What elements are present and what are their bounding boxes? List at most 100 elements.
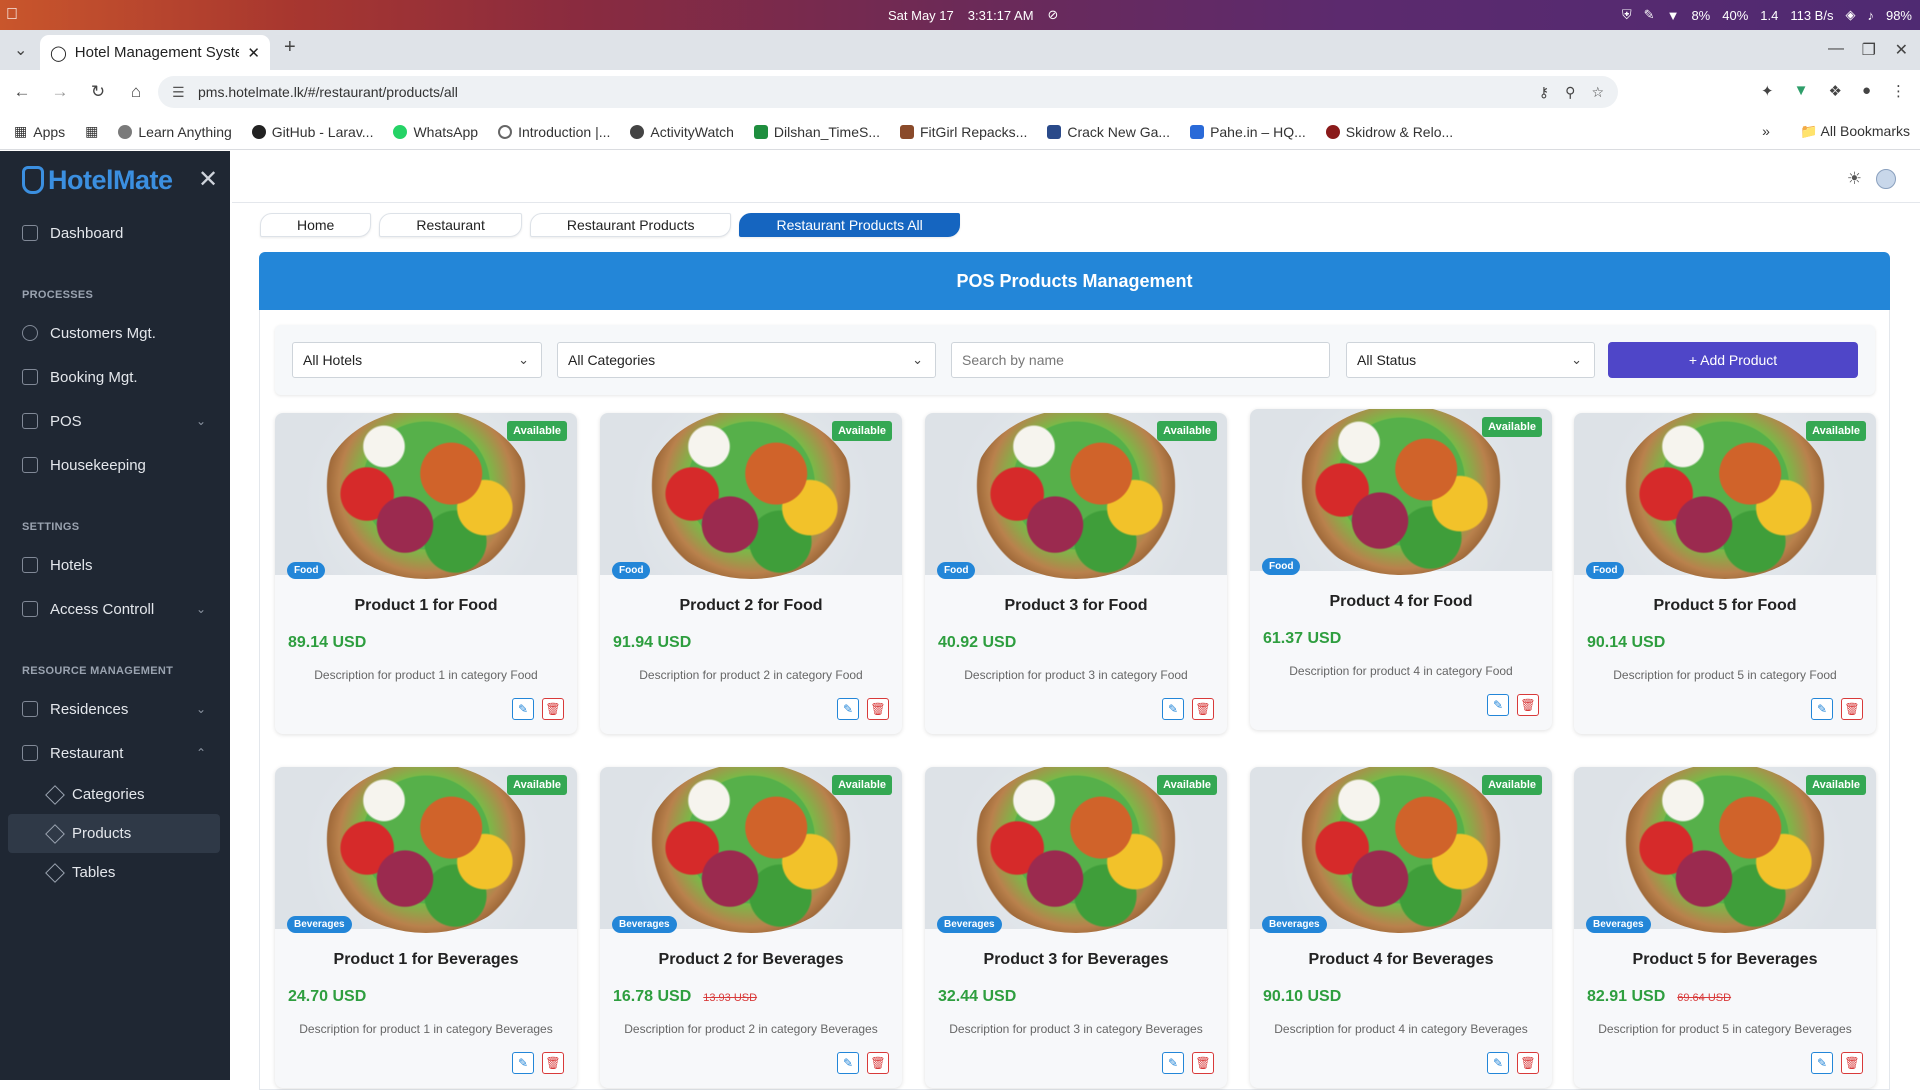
key-icon[interactable]: ⚷: [1539, 84, 1549, 101]
sidebar-item-products[interactable]: Products: [8, 814, 220, 853]
extension-icon[interactable]: ✦: [1761, 82, 1774, 100]
bookmark-item[interactable]: Crack New Ga...: [1047, 124, 1170, 140]
back-icon[interactable]: ←: [6, 82, 38, 102]
edit-icon[interactable]: ✎: [512, 1052, 534, 1074]
sidebar-item-booking[interactable]: Booking Mgt.: [0, 355, 230, 399]
trash-icon[interactable]: 🗑: [867, 698, 889, 720]
star-icon[interactable]: ☆: [1591, 84, 1604, 101]
status-select[interactable]: All Status ⌄: [1346, 342, 1595, 378]
kebab-menu-icon[interactable]: ⋮: [1891, 82, 1906, 100]
forward-icon[interactable]: →: [44, 82, 76, 102]
sidebar-item-categories[interactable]: Categories: [0, 775, 230, 814]
product-card[interactable]: Available Beverages Product 2 for Beverage…: [600, 767, 902, 1088]
site-info-icon[interactable]: ☰: [172, 84, 198, 101]
building-icon: [22, 701, 38, 717]
product-card[interactable]: Available Food Product 2 for Food 91.94 USD…: [600, 413, 902, 734]
add-product-button[interactable]: + Add Product: [1608, 342, 1858, 378]
volume-icon[interactable]: ♪: [1867, 8, 1874, 23]
trash-icon[interactable]: 🗑: [1841, 1052, 1863, 1074]
tab-close-icon[interactable]: ✕: [247, 44, 260, 62]
product-image: Available Beverages: [925, 767, 1227, 933]
bookmark-item[interactable]: GitHub - Larav...: [251, 124, 373, 140]
bookmarks-right: » 📁 All Bookmarks: [1762, 123, 1910, 140]
bookmark-item[interactable]: Learn Anything: [118, 124, 232, 140]
bookmark-item[interactable]: Skidrow & Relo...: [1325, 124, 1453, 140]
trash-icon[interactable]: 🗑: [1841, 698, 1863, 720]
cpu-icon[interactable]: ▼: [1667, 8, 1680, 23]
bookmark-item[interactable]: ActivityWatch: [630, 124, 734, 140]
trash-icon[interactable]: 🗑: [1192, 1052, 1214, 1074]
brand-logo[interactable]: HotelMate ✕: [0, 151, 230, 209]
bookmark-grid[interactable]: ▦: [85, 123, 98, 140]
browser-tab-active[interactable]: ◯ Hotel Management System ✕: [40, 35, 270, 70]
product-card[interactable]: Available Beverages Product 3 for Beverage…: [925, 767, 1227, 1088]
vue-devtools-icon[interactable]: ▼: [1794, 82, 1809, 100]
sidebar-item-hotels[interactable]: Hotels: [0, 543, 230, 587]
breadcrumb-restaurant[interactable]: Restaurant: [379, 213, 522, 237]
sidebar-item-customers[interactable]: Customers Mgt.: [0, 311, 230, 355]
product-card[interactable]: Available Food Product 4 for Food 61.37 USD…: [1250, 409, 1552, 730]
trash-icon[interactable]: 🗑: [867, 1052, 889, 1074]
tab-search-icon[interactable]: ⌄: [14, 40, 27, 60]
sun-icon[interactable]: ☀: [1847, 169, 1862, 189]
reload-icon[interactable]: ↻: [82, 82, 114, 102]
edit-icon[interactable]: ✎: [1162, 1052, 1184, 1074]
all-bookmarks[interactable]: 📁 All Bookmarks: [1800, 123, 1910, 140]
sidebar-item-access[interactable]: Access Controll ⌄: [0, 587, 230, 631]
search-input[interactable]: Search by name: [951, 342, 1330, 378]
pen-icon[interactable]: ✎: [1644, 7, 1655, 23]
category-select[interactable]: All Categories ⌄: [557, 342, 936, 378]
sidebar-item-residences[interactable]: Residences ⌄: [0, 687, 230, 731]
avatar[interactable]: [1876, 169, 1896, 189]
trash-icon[interactable]: 🗑: [542, 698, 564, 720]
os-clock[interactable]: Sat May 17 3:31:17 AM ⊘: [888, 7, 1058, 23]
edit-icon[interactable]: ✎: [512, 698, 534, 720]
sidebar-item-dashboard[interactable]: Dashboard: [0, 211, 230, 255]
product-card[interactable]: Available Beverages Product 4 for Beverage…: [1250, 767, 1552, 1088]
product-card[interactable]: Available Food Product 5 for Food 90.14 USD…: [1574, 413, 1876, 734]
breadcrumb-restaurant-products[interactable]: Restaurant Products: [529, 213, 732, 237]
minimize-icon[interactable]: —: [1828, 40, 1844, 58]
chevron-right-icon[interactable]: »: [1762, 123, 1770, 140]
home-icon[interactable]: ⌂: [120, 82, 152, 102]
puzzle-icon[interactable]: ❖: [1828, 82, 1841, 100]
address-bar[interactable]: ☰ pms.hotelmate.lk/#/restaurant/products…: [158, 76, 1618, 108]
restore-icon[interactable]: ❐: [1862, 40, 1876, 60]
bookmark-item[interactable]: Introduction |...: [498, 124, 610, 140]
trash-icon[interactable]: 🗑: [1192, 698, 1214, 720]
new-tab-icon[interactable]: +: [284, 36, 296, 59]
apple-icon[interactable]: : [6, 6, 22, 24]
trash-icon[interactable]: 🗑: [542, 1052, 564, 1074]
sidebar-item-tables[interactable]: Tables: [0, 853, 230, 892]
product-card[interactable]: Available Food Product 3 for Food 40.92 USD…: [925, 413, 1227, 734]
breadcrumb-home[interactable]: Home: [260, 213, 372, 237]
edit-icon[interactable]: ✎: [837, 698, 859, 720]
edit-icon[interactable]: ✎: [1162, 698, 1184, 720]
bookmark-apps[interactable]: ▦ Apps: [14, 123, 65, 140]
bookmark-item[interactable]: WhatsApp: [393, 124, 478, 140]
product-card[interactable]: Available Beverages Product 1 for Beverage…: [275, 767, 577, 1088]
window-close-icon[interactable]: ✕: [1895, 40, 1908, 60]
breadcrumb-restaurant-products-all[interactable]: Restaurant Products All: [739, 213, 960, 237]
profile-icon[interactable]: ●: [1862, 82, 1871, 100]
bookmark-item[interactable]: Pahe.in – HQ...: [1190, 124, 1306, 140]
close-sidebar-icon[interactable]: ✕: [198, 165, 218, 194]
bookmark-item[interactable]: FitGirl Repacks...: [900, 124, 1027, 140]
edit-icon[interactable]: ✎: [1487, 694, 1509, 716]
sidebar-item-restaurant[interactable]: Restaurant ⌃: [0, 731, 230, 775]
bookmark-item[interactable]: Dilshan_TimeS...: [753, 124, 880, 140]
trash-icon[interactable]: 🗑: [1517, 694, 1539, 716]
edit-icon[interactable]: ✎: [1487, 1052, 1509, 1074]
trash-icon[interactable]: 🗑: [1517, 1052, 1539, 1074]
product-card[interactable]: Available Beverages Product 5 for Beverage…: [1574, 767, 1876, 1088]
edit-icon[interactable]: ✎: [1811, 1052, 1833, 1074]
product-card[interactable]: Available Food Product 1 for Food 89.14 USD…: [275, 413, 577, 734]
sidebar-item-housekeeping[interactable]: Housekeeping: [0, 443, 230, 487]
zoom-icon[interactable]: ⚲: [1565, 84, 1575, 101]
shield-icon[interactable]: ⛨: [1622, 7, 1632, 23]
wifi-icon[interactable]: ◈: [1845, 7, 1855, 23]
hotel-select[interactable]: All Hotels ⌄: [292, 342, 542, 378]
edit-icon[interactable]: ✎: [837, 1052, 859, 1074]
edit-icon[interactable]: ✎: [1811, 698, 1833, 720]
sidebar-item-pos[interactable]: POS ⌄: [0, 399, 230, 443]
